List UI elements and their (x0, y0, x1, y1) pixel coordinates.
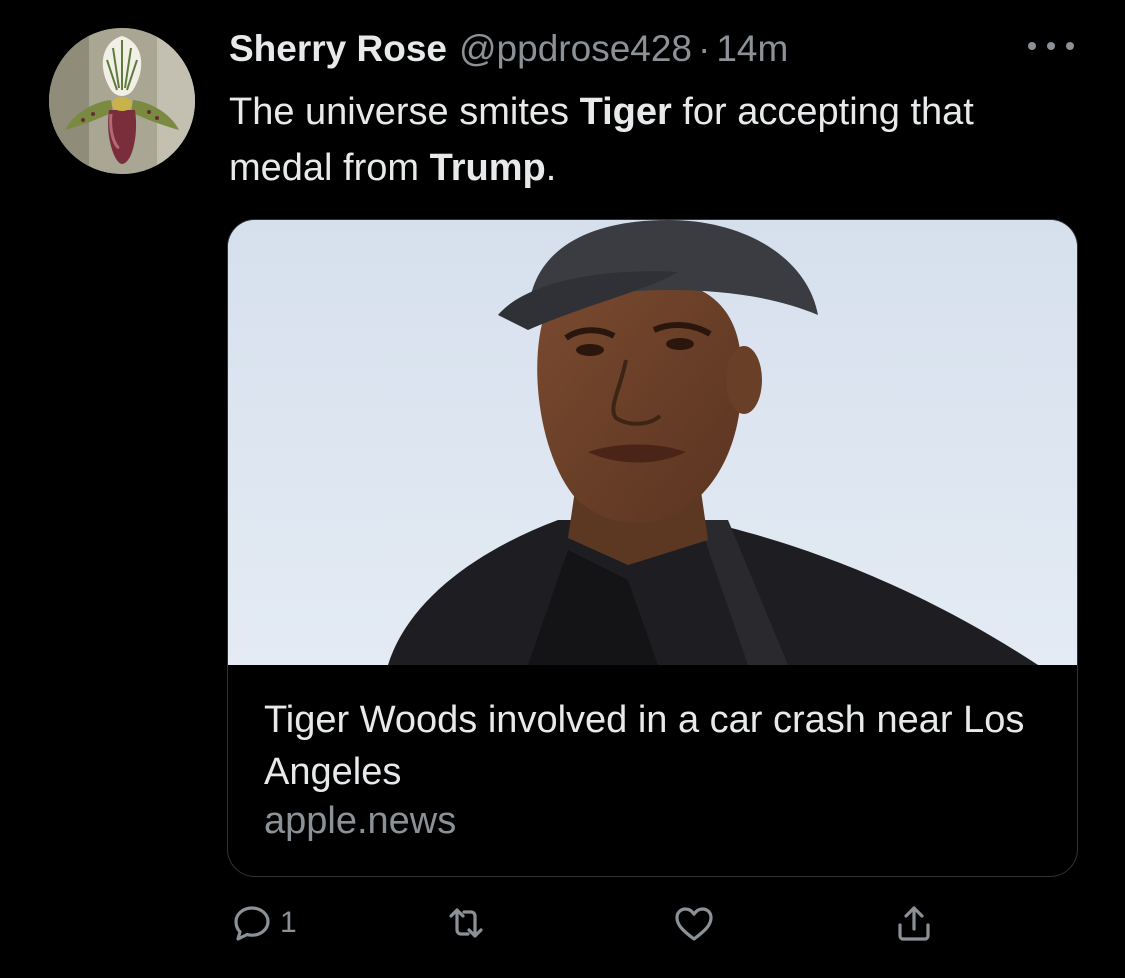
more-dots-icon[interactable] (1028, 38, 1074, 54)
more-dot (1066, 42, 1074, 50)
heart-icon (675, 907, 713, 941)
like-button[interactable] (670, 893, 718, 953)
tweet-text: The universe smites Tiger for accepting … (229, 84, 1059, 196)
retweet-button[interactable] (442, 893, 490, 953)
card-title: Tiger Woods involved in a car crash near… (264, 699, 1025, 793)
tweet-text-part: The universe smites (229, 91, 580, 133)
tweet-text-part: . (545, 147, 557, 189)
author-name[interactable]: Sherry Rose (229, 28, 447, 70)
avatar[interactable] (49, 28, 195, 174)
tweet-header: Sherry Rose @ppdrose428 · 14m (229, 28, 788, 72)
orchid-avatar-image (49, 28, 195, 174)
reply-button[interactable]: 1 (228, 893, 297, 953)
more-dot (1047, 42, 1055, 50)
retweet-icon (449, 908, 483, 938)
share-icon (898, 906, 930, 941)
tweet-text-bold: Tiger (579, 91, 672, 133)
timestamp[interactable]: 14m (716, 28, 788, 70)
more-dot (1028, 42, 1036, 50)
reply-icon (234, 906, 270, 941)
tweet-text-bold: Trump (429, 147, 546, 189)
link-card[interactable]: Tiger Woods involved in a car crash near… (227, 219, 1078, 877)
portrait-photo (228, 220, 1077, 665)
separator-dot: · (698, 28, 711, 69)
share-button[interactable] (890, 893, 938, 953)
card-image (228, 220, 1077, 665)
reply-count: 1 (280, 906, 297, 939)
tweet-actions: 1 (0, 893, 1125, 953)
card-domain: apple.news (264, 800, 457, 842)
author-handle[interactable]: @ppdrose428 (459, 28, 692, 70)
